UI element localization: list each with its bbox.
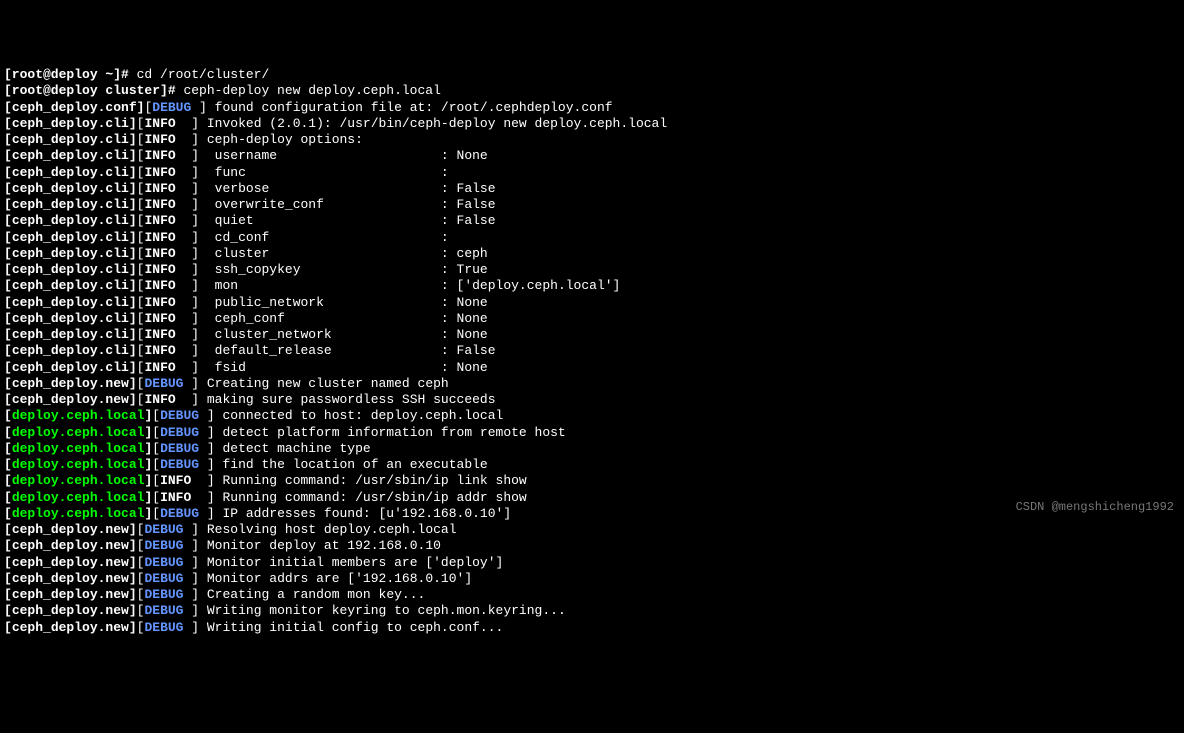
log-line: [deploy.ceph.local][INFO ] Running comma…	[4, 490, 1180, 506]
log-line: [ceph_deploy.new][DEBUG ] Writing initia…	[4, 620, 1180, 636]
log-line: [deploy.ceph.local][INFO ] Running comma…	[4, 473, 1180, 489]
log-line: [ceph_deploy.cli][INFO ] Invoked (2.0.1)…	[4, 116, 1180, 132]
log-line: [ceph_deploy.cli][INFO ] ceph_conf : Non…	[4, 311, 1180, 327]
log-line: [ceph_deploy.cli][INFO ] cluster : ceph	[4, 246, 1180, 262]
log-line: [ceph_deploy.cli][INFO ] ceph-deploy opt…	[4, 132, 1180, 148]
log-line: [deploy.ceph.local][DEBUG ] detect platf…	[4, 425, 1180, 441]
log-line: [ceph_deploy.new][DEBUG ] Creating new c…	[4, 376, 1180, 392]
log-line: [ceph_deploy.cli][INFO ] mon : ['deploy.…	[4, 278, 1180, 294]
log-line: [deploy.ceph.local][DEBUG ] detect machi…	[4, 441, 1180, 457]
log-line: [ceph_deploy.new][DEBUG ] Resolving host…	[4, 522, 1180, 538]
log-line: [ceph_deploy.cli][INFO ] username : None	[4, 148, 1180, 164]
log-line: [ceph_deploy.cli][INFO ] public_network …	[4, 295, 1180, 311]
log-line: [ceph_deploy.cli][INFO ] cd_conf :	[4, 230, 1180, 246]
log-line: [ceph_deploy.cli][INFO ] quiet : False	[4, 213, 1180, 229]
log-line: [ceph_deploy.new][DEBUG ] Monitor addrs …	[4, 571, 1180, 587]
log-line: [deploy.ceph.local][DEBUG ] connected to…	[4, 408, 1180, 424]
log-line: [ceph_deploy.new][DEBUG ] Writing monito…	[4, 603, 1180, 619]
shell-prompt-line[interactable]: [root@deploy cluster]# ceph-deploy new d…	[4, 83, 1180, 99]
log-line: [ceph_deploy.cli][INFO ] func :	[4, 165, 1180, 181]
log-line: [ceph_deploy.cli][INFO ] overwrite_conf …	[4, 197, 1180, 213]
shell-prompt-line[interactable]: [root@deploy ~]# cd /root/cluster/	[4, 67, 1180, 83]
log-line: [deploy.ceph.local][DEBUG ] IP addresses…	[4, 506, 1180, 522]
terminal-output[interactable]: [root@deploy ~]# cd /root/cluster/[root@…	[4, 67, 1180, 636]
watermark: CSDN @mengshicheng1992	[1016, 500, 1174, 515]
log-line: [ceph_deploy.conf][DEBUG ] found configu…	[4, 100, 1180, 116]
log-line: [deploy.ceph.local][DEBUG ] find the loc…	[4, 457, 1180, 473]
log-line: [ceph_deploy.new][INFO ] making sure pas…	[4, 392, 1180, 408]
log-line: [ceph_deploy.new][DEBUG ] Monitor initia…	[4, 555, 1180, 571]
log-line: [ceph_deploy.new][DEBUG ] Creating a ran…	[4, 587, 1180, 603]
log-line: [ceph_deploy.cli][INFO ] verbose : False	[4, 181, 1180, 197]
log-line: [ceph_deploy.new][DEBUG ] Monitor deploy…	[4, 538, 1180, 554]
log-line: [ceph_deploy.cli][INFO ] fsid : None	[4, 360, 1180, 376]
log-line: [ceph_deploy.cli][INFO ] default_release…	[4, 343, 1180, 359]
log-line: [ceph_deploy.cli][INFO ] cluster_network…	[4, 327, 1180, 343]
log-line: [ceph_deploy.cli][INFO ] ssh_copykey : T…	[4, 262, 1180, 278]
